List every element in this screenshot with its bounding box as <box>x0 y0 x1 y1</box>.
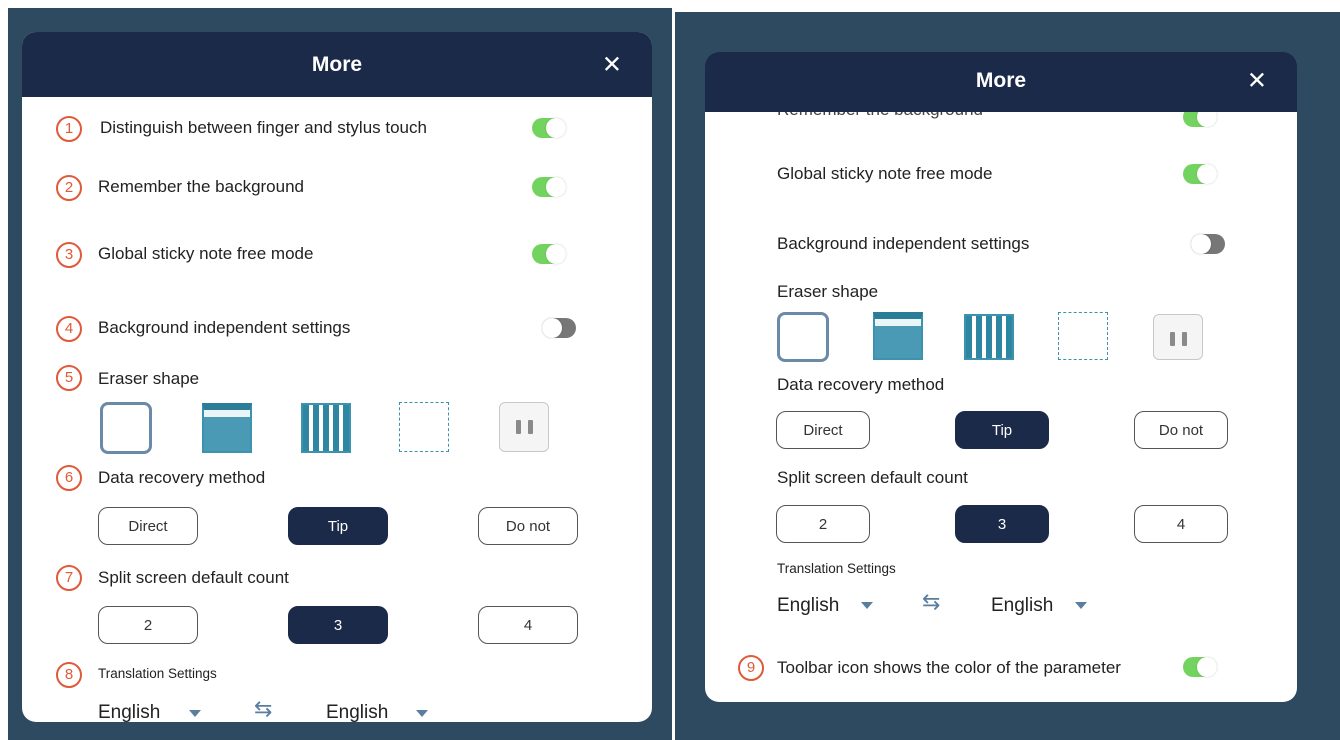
recovery-direct-button[interactable]: Direct <box>98 507 198 545</box>
source-language-select[interactable]: English <box>98 702 160 722</box>
recovery-direct-button[interactable]: Direct <box>776 411 870 449</box>
eraser-shape-filled[interactable] <box>873 312 923 360</box>
annotation-number: 2 <box>56 175 82 201</box>
annotation-number: 6 <box>56 465 82 491</box>
dropdown-caret-icon <box>861 602 873 609</box>
setting-label: Background independent settings <box>98 318 351 337</box>
sticky-note-free-mode-toggle[interactable] <box>532 244 566 264</box>
toolbar-color-toggle[interactable] <box>1183 657 1217 677</box>
eraser-shape-striped[interactable] <box>964 314 1014 360</box>
right-more-dialog: More ✕ Remember the background More ✕ Gl… <box>705 52 1297 702</box>
recovery-tip-button[interactable]: Tip <box>955 411 1049 449</box>
setting-label: Distinguish between finger and stylus to… <box>100 118 427 137</box>
translation-settings-label: Translation Settings <box>777 561 896 576</box>
dialog-title: More <box>311 52 363 76</box>
remember-background-toggle[interactable] <box>532 177 566 197</box>
target-language-select[interactable]: English <box>991 595 1053 617</box>
annotation-number: 3 <box>56 242 82 268</box>
split-2-button[interactable]: 2 <box>98 606 198 644</box>
setting-label: Remember the background <box>98 177 305 196</box>
eraser-shape-pause[interactable] <box>499 402 549 452</box>
recovery-do-not-button[interactable]: Do not <box>1134 411 1228 449</box>
eraser-shape-striped[interactable] <box>301 403 351 453</box>
setting-label: Global sticky note free mode <box>98 244 314 263</box>
recovery-do-not-button[interactable]: Do not <box>478 507 578 545</box>
close-icon[interactable]: ✕ <box>602 50 622 79</box>
annotation-number: 5 <box>56 365 82 391</box>
split-2-button[interactable]: 2 <box>776 505 870 543</box>
split-3-button[interactable]: 3 <box>955 505 1049 543</box>
data-recovery-label: Data recovery method <box>777 375 945 394</box>
eraser-shape-filled[interactable] <box>202 403 252 453</box>
target-language-select[interactable]: English <box>326 702 388 722</box>
close-icon[interactable]: ✕ <box>1247 67 1267 96</box>
annotation-number: 4 <box>56 316 82 342</box>
dropdown-caret-icon <box>1075 602 1087 609</box>
source-language-select[interactable]: English <box>777 595 839 617</box>
split-4-button[interactable]: 4 <box>1134 505 1228 543</box>
translation-settings-label: Translation Settings <box>98 666 217 681</box>
annotation-number: 9 <box>738 655 764 681</box>
dialog-title: More <box>975 69 1027 92</box>
eraser-shape-dashed[interactable] <box>399 402 449 452</box>
dropdown-caret-icon <box>189 710 201 717</box>
eraser-shape-square[interactable] <box>777 312 829 362</box>
split-3-button[interactable]: 3 <box>288 606 388 644</box>
recovery-tip-button[interactable]: Tip <box>288 507 388 545</box>
setting-label: Global sticky note free mode <box>777 164 993 183</box>
eraser-shape-label: Eraser shape <box>98 369 200 388</box>
background-independent-toggle[interactable] <box>1191 234 1225 254</box>
header-repaint: More ✕ <box>705 52 1297 110</box>
dialog-header: More ✕ <box>22 32 652 97</box>
eraser-shape-square[interactable] <box>100 402 152 454</box>
distinguish-touch-toggle[interactable] <box>532 118 566 138</box>
setting-label: Background independent settings <box>777 234 1030 253</box>
annotation-number: 1 <box>56 116 82 142</box>
toolbar-color-label: Toolbar icon shows the color of the para… <box>777 658 1121 677</box>
eraser-shape-label: Eraser shape <box>777 282 879 301</box>
annotation-number: 8 <box>56 662 82 688</box>
data-recovery-label: Data recovery method <box>98 468 266 487</box>
eraser-shape-dashed[interactable] <box>1058 312 1108 360</box>
annotation-number: 7 <box>56 565 82 591</box>
split-screen-label: Split screen default count <box>98 568 289 587</box>
eraser-shape-pause[interactable] <box>1153 314 1203 360</box>
split-4-button[interactable]: 4 <box>478 606 578 644</box>
background-independent-toggle[interactable] <box>542 318 576 338</box>
split-screen-label: Split screen default count <box>777 468 968 487</box>
sticky-note-free-mode-toggle[interactable] <box>1183 164 1217 184</box>
dropdown-caret-icon <box>416 710 428 717</box>
swap-icon[interactable]: ⇆ <box>922 589 940 615</box>
swap-icon[interactable]: ⇆ <box>254 696 272 722</box>
left-more-dialog: More ✕ 1 Distinguish between finger and … <box>22 32 652 722</box>
